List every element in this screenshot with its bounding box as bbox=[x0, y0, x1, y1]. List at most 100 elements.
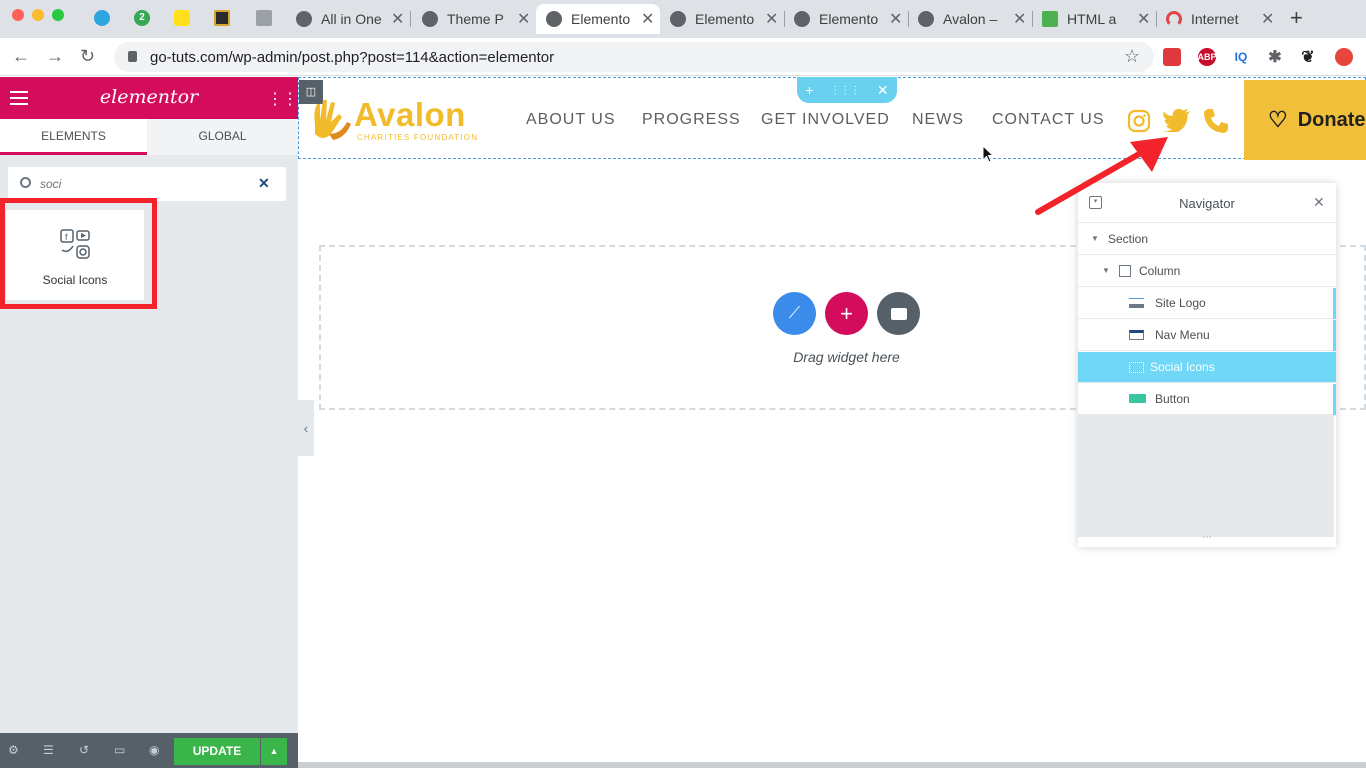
navigator-empty-area bbox=[1078, 415, 1334, 537]
browser-tab-theme[interactable]: Theme P ✕ bbox=[412, 4, 536, 34]
window-maximize-control[interactable] bbox=[52, 9, 64, 21]
menu-item-contact[interactable]: CONTACT US bbox=[992, 111, 1105, 129]
menu-item-about[interactable]: ABOUT US bbox=[526, 111, 616, 129]
pinned-tab-document[interactable] bbox=[250, 6, 278, 30]
panel-tabs: ELEMENTS GLOBAL bbox=[0, 119, 298, 155]
browser-tab-elementor-active[interactable]: Elemento ✕ bbox=[536, 4, 660, 34]
close-tab-icon[interactable]: ✕ bbox=[517, 9, 530, 29]
navigator-item-section[interactable]: ▼ Section bbox=[1078, 224, 1336, 255]
url-text: go-tuts.com/wp-admin/post.php?post=114&a… bbox=[150, 49, 555, 66]
avalon-hand-logo-icon bbox=[314, 100, 351, 140]
social-icons-grid-icon bbox=[1129, 362, 1144, 373]
close-navigator-icon[interactable]: ✕ bbox=[1313, 194, 1325, 211]
donate-button[interactable]: ♡ Donate bbox=[1244, 80, 1366, 160]
browser-tab-elementor-2[interactable]: Elemento ✕ bbox=[660, 4, 784, 34]
navigator-layers-icon[interactable]: ☰ bbox=[43, 744, 56, 757]
close-tab-icon[interactable]: ✕ bbox=[889, 9, 902, 29]
mouse-pointer-icon bbox=[982, 145, 994, 163]
browser-tab-all-in-one[interactable]: All in One ✕ bbox=[286, 4, 410, 34]
reload-icon[interactable]: ↻ bbox=[80, 46, 95, 66]
settings-gear-icon[interactable]: ⚙ bbox=[8, 744, 21, 757]
navigator-item-site-logo[interactable]: Site Logo bbox=[1078, 288, 1336, 319]
panel-footer: ⚙ ☰ ↺ ▭ ◉ UPDATE ▲ bbox=[0, 733, 298, 768]
close-tab-icon[interactable]: ✕ bbox=[391, 9, 404, 29]
resize-grip-icon[interactable]: ⋯ bbox=[1078, 532, 1336, 543]
collapse-panel-toggle[interactable]: ‹ bbox=[298, 400, 314, 456]
delete-section-icon[interactable]: ✕ bbox=[877, 82, 889, 99]
bookmark-star-icon[interactable]: ☆ bbox=[1124, 46, 1140, 67]
pinned-tab-telegram[interactable] bbox=[88, 6, 116, 30]
menu-item-get-involved[interactable]: GET INVOLVED bbox=[761, 111, 890, 129]
navigator-item-column[interactable]: ▼ Column bbox=[1078, 256, 1336, 287]
magic-wand-icon: ⟋ bbox=[788, 304, 801, 322]
add-template-button[interactable] bbox=[877, 292, 920, 335]
elementor-logo: elementor bbox=[99, 86, 199, 108]
browser-tab-html[interactable]: HTML a ✕ bbox=[1032, 4, 1156, 34]
horizontal-scrollbar[interactable] bbox=[298, 762, 1366, 768]
preview-eye-icon[interactable]: ◉ bbox=[149, 744, 162, 757]
counter-badge-icon: 2 bbox=[134, 10, 150, 26]
add-new-section-button[interactable]: + bbox=[825, 292, 868, 335]
history-icon[interactable]: ↺ bbox=[79, 744, 92, 757]
search-input-value: soci bbox=[40, 177, 62, 191]
close-tab-icon[interactable]: ✕ bbox=[1261, 9, 1274, 29]
nav-menu-icon bbox=[1129, 330, 1144, 340]
pinned-tab-app[interactable] bbox=[208, 6, 236, 30]
update-button[interactable]: UPDATE bbox=[174, 738, 260, 765]
navigator-item-nav-menu[interactable]: Nav Menu bbox=[1078, 320, 1336, 351]
speed-gauge-icon bbox=[1166, 11, 1182, 27]
iq-extension-icon[interactable]: IQ bbox=[1232, 48, 1250, 66]
document-icon bbox=[256, 10, 272, 26]
close-tab-icon[interactable]: ✕ bbox=[765, 9, 778, 29]
phone-icon[interactable] bbox=[1203, 108, 1229, 134]
tab-divider bbox=[410, 11, 411, 27]
header-section[interactable]: ◫ + ⋮⋮⋮ ✕ Avalon CHARITIES FOUNDATION AB… bbox=[298, 77, 1366, 160]
globe-icon bbox=[794, 11, 810, 27]
panel-header: elementor ⋮⋮⋮ bbox=[0, 77, 313, 119]
globe-icon bbox=[296, 11, 312, 27]
window-close-control[interactable] bbox=[12, 9, 24, 21]
extension-upload-icon[interactable] bbox=[1335, 48, 1353, 66]
pinned-tab-badge[interactable]: 2 bbox=[128, 6, 156, 30]
mailchimp-icon bbox=[174, 10, 190, 26]
new-tab-button[interactable]: + bbox=[1290, 7, 1303, 29]
navigator-item-button[interactable]: Button bbox=[1078, 384, 1336, 415]
button-widget-icon bbox=[1129, 394, 1146, 403]
profile-extension-icon[interactable]: ❦ bbox=[1299, 48, 1317, 66]
menu-item-progress[interactable]: PROGRESS bbox=[642, 111, 741, 129]
close-tab-icon[interactable]: ✕ bbox=[641, 9, 654, 29]
tab-global[interactable]: GLOBAL bbox=[147, 119, 298, 155]
clear-search-icon[interactable]: ✕ bbox=[258, 175, 270, 192]
lock-icon bbox=[128, 51, 137, 62]
browser-tab-avalon[interactable]: Avalon – ✕ bbox=[908, 4, 1032, 34]
adblock-icon[interactable]: ABP bbox=[1198, 48, 1217, 66]
back-arrow-icon[interactable]: ← bbox=[12, 46, 30, 66]
globe-icon bbox=[670, 11, 686, 27]
donate-label: Donate bbox=[1297, 108, 1366, 131]
browser-tab-internet[interactable]: Internet ✕ bbox=[1156, 4, 1280, 34]
browser-tab-elementor-3[interactable]: Elemento ✕ bbox=[784, 4, 908, 34]
add-section-icon[interactable]: + bbox=[805, 82, 813, 98]
forward-arrow-icon[interactable]: → bbox=[46, 46, 64, 66]
globe-icon bbox=[546, 11, 562, 27]
site-logo-text[interactable]: Avalon bbox=[354, 96, 466, 134]
menu-item-news[interactable]: NEWS bbox=[912, 111, 964, 129]
address-bar[interactable]: go-tuts.com/wp-admin/post.php?post=114&a… bbox=[114, 42, 1154, 72]
tab-elements[interactable]: ELEMENTS bbox=[0, 119, 147, 155]
responsive-desktop-icon[interactable]: ▭ bbox=[114, 744, 127, 757]
window-minimize-control[interactable] bbox=[32, 9, 44, 21]
twitter-icon[interactable] bbox=[1163, 108, 1191, 132]
ai-magic-button[interactable]: ⟋ bbox=[773, 292, 816, 335]
navigator-item-social-icons[interactable]: Social Icons bbox=[1078, 352, 1336, 383]
extensions-puzzle-icon[interactable]: ✱ bbox=[1266, 48, 1284, 66]
update-options-caret-icon[interactable]: ▲ bbox=[261, 738, 287, 765]
drag-section-icon[interactable]: ⋮⋮⋮ bbox=[830, 85, 860, 96]
instagram-icon[interactable] bbox=[1127, 109, 1151, 133]
site-logo-icon bbox=[1129, 298, 1144, 308]
extension-red-icon[interactable] bbox=[1163, 48, 1181, 66]
pinned-tab-mailchimp[interactable] bbox=[168, 6, 196, 30]
close-tab-icon[interactable]: ✕ bbox=[1137, 9, 1150, 29]
close-tab-icon[interactable]: ✕ bbox=[1013, 9, 1026, 29]
widget-search-input[interactable]: soci ✕ bbox=[8, 167, 286, 201]
section-handle[interactable]: + ⋮⋮⋮ ✕ bbox=[797, 77, 897, 103]
